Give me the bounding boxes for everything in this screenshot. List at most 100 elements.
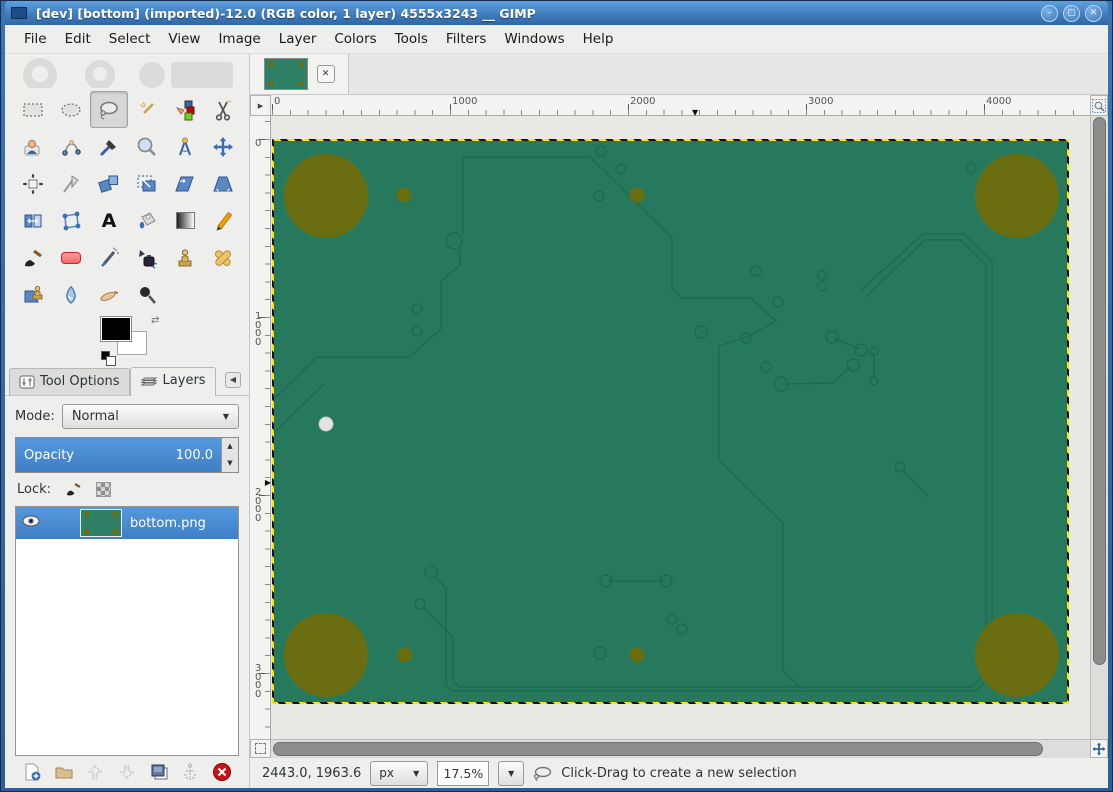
- tool-grid: A: [5, 88, 249, 313]
- navigation-preview-icon[interactable]: [1090, 739, 1108, 758]
- menu-help[interactable]: Help: [574, 27, 623, 51]
- layer-thumbnail[interactable]: [80, 509, 122, 537]
- image-tab-thumbnail: [263, 58, 308, 90]
- select-by-color-icon[interactable]: [166, 91, 204, 128]
- ruler-label: 0: [255, 138, 262, 149]
- airbrush-icon[interactable]: [90, 239, 128, 276]
- vertical-scrollbar[interactable]: [1090, 116, 1108, 739]
- default-colors-icon[interactable]: [101, 351, 116, 366]
- menu-file[interactable]: File: [15, 27, 56, 51]
- vertical-scrollbar-thumb[interactable]: [1093, 117, 1106, 666]
- gradient-icon[interactable]: [166, 202, 204, 239]
- dodge-burn-icon[interactable]: [128, 276, 166, 313]
- tab-tool-options[interactable]: Tool Options: [9, 368, 130, 395]
- menu-windows[interactable]: Windows: [495, 27, 573, 51]
- eraser-icon[interactable]: [52, 239, 90, 276]
- maximize-icon[interactable]: ▢: [1063, 4, 1080, 22]
- free-select-icon[interactable]: [90, 91, 128, 128]
- menu-image[interactable]: Image: [209, 27, 269, 51]
- raise-layer-icon[interactable]: [82, 760, 108, 784]
- rectangle-select-icon[interactable]: [14, 91, 52, 128]
- pencil-icon[interactable]: [204, 202, 242, 239]
- lower-layer-icon[interactable]: [114, 760, 140, 784]
- shear-icon[interactable]: [166, 165, 204, 202]
- unit-dropdown[interactable]: px ▼: [370, 760, 429, 786]
- cage-transform-icon[interactable]: [52, 202, 90, 239]
- horizontal-scrollbar-thumb[interactable]: [273, 742, 1043, 756]
- menu-tools[interactable]: Tools: [386, 27, 437, 51]
- ruler-label: 4000: [986, 96, 1012, 107]
- menu-colors[interactable]: Colors: [325, 27, 385, 51]
- visibility-eye-icon[interactable]: [16, 515, 46, 531]
- scissors-select-icon[interactable]: [204, 91, 242, 128]
- paths-icon[interactable]: [52, 128, 90, 165]
- color-picker-icon[interactable]: [90, 128, 128, 165]
- tab-close-icon[interactable]: ✕: [316, 65, 335, 83]
- scale-icon[interactable]: [128, 165, 166, 202]
- horizontal-scrollbar[interactable]: [271, 739, 1090, 758]
- paintbrush-icon[interactable]: [14, 239, 52, 276]
- menu-select[interactable]: Select: [100, 27, 160, 51]
- heal-icon[interactable]: [204, 239, 242, 276]
- minimize-icon[interactable]: –: [1041, 4, 1058, 22]
- perspective-icon[interactable]: [204, 165, 242, 202]
- crop-icon[interactable]: [52, 165, 90, 202]
- layer-mode-dropdown[interactable]: Normal ▼: [61, 404, 239, 429]
- text-icon[interactable]: A: [90, 202, 128, 239]
- color-swatch-area: ⇄: [5, 313, 249, 366]
- blur-sharpen-icon[interactable]: [52, 276, 90, 313]
- new-group-icon[interactable]: [51, 760, 77, 784]
- lock-pixels-icon[interactable]: [65, 482, 82, 497]
- new-layer-icon[interactable]: [19, 760, 45, 784]
- lock-alpha-icon[interactable]: [96, 482, 112, 497]
- measure-icon[interactable]: [166, 128, 204, 165]
- vertical-ruler[interactable]: 0 1 0 0 0 2 0 0 0 3 0 0 0 ▶: [250, 116, 271, 739]
- swap-colors-icon[interactable]: ⇄: [151, 315, 159, 326]
- close-icon[interactable]: ✕: [1085, 4, 1102, 22]
- spin-up-icon[interactable]: ▲: [222, 438, 238, 455]
- menu-filters[interactable]: Filters: [437, 27, 495, 51]
- dock-collapse-icon[interactable]: ◀: [225, 372, 241, 388]
- zoom-dropdown-icon[interactable]: ▼: [498, 760, 525, 786]
- image-tab[interactable]: ✕: [250, 54, 349, 94]
- move-icon[interactable]: [204, 128, 242, 165]
- layer-name: bottom.png: [130, 515, 206, 531]
- menu-layer[interactable]: Layer: [270, 27, 326, 51]
- horizontal-ruler[interactable]: 0 1000 2000 3000 4000 ▼: [271, 95, 1090, 117]
- zoom-icon[interactable]: [128, 128, 166, 165]
- statusbar: 2443.0, 1963.6 px ▼ 17.5% ▼ Click-Drag t…: [250, 758, 1108, 788]
- layer-buttons: [5, 756, 249, 788]
- canvas-viewport[interactable]: [271, 116, 1090, 739]
- canvas-image[interactable]: [272, 139, 1069, 704]
- duplicate-layer-icon[interactable]: [146, 760, 172, 784]
- alignment-icon[interactable]: [14, 165, 52, 202]
- spin-down-icon[interactable]: ▼: [222, 455, 238, 472]
- bucket-fill-icon[interactable]: [128, 202, 166, 239]
- layer-row-bottom-png[interactable]: bottom.png: [16, 507, 238, 539]
- foreground-color-swatch[interactable]: [100, 316, 132, 342]
- zoom-input[interactable]: 17.5%: [437, 760, 490, 786]
- foreground-select-icon[interactable]: [14, 128, 52, 165]
- opacity-label: Opacity: [24, 447, 75, 463]
- opacity-slider[interactable]: Opacity 100.0 ▲ ▼: [15, 437, 239, 473]
- ruler-corner-menu-icon[interactable]: ▶: [250, 95, 271, 116]
- menu-edit[interactable]: Edit: [56, 27, 100, 51]
- zoom-follow-window-icon[interactable]: [1090, 95, 1108, 116]
- titlebar[interactable]: [dev] [bottom] (imported)-12.0 (RGB colo…: [5, 1, 1108, 25]
- smudge-icon[interactable]: [90, 276, 128, 313]
- ruler-label: 2 0 0 0: [255, 487, 262, 524]
- perspective-clone-icon[interactable]: [14, 276, 52, 313]
- flip-icon[interactable]: [14, 202, 52, 239]
- tab-layers[interactable]: Layers: [129, 367, 216, 396]
- ellipse-select-icon[interactable]: [52, 91, 90, 128]
- ink-icon[interactable]: [128, 239, 166, 276]
- tab-label: Tool Options: [40, 374, 120, 389]
- anchor-layer-icon[interactable]: [177, 760, 203, 784]
- menu-view[interactable]: View: [159, 27, 209, 51]
- toolbox-panel: A ⇄ Tool Options Layers ◀ Mode: Normal ▼…: [5, 54, 250, 788]
- delete-layer-icon[interactable]: [209, 760, 235, 784]
- rotate-icon[interactable]: [90, 165, 128, 202]
- fuzzy-select-icon[interactable]: [128, 91, 166, 128]
- clone-icon[interactable]: [166, 239, 204, 276]
- quick-mask-toggle-icon[interactable]: [250, 739, 271, 758]
